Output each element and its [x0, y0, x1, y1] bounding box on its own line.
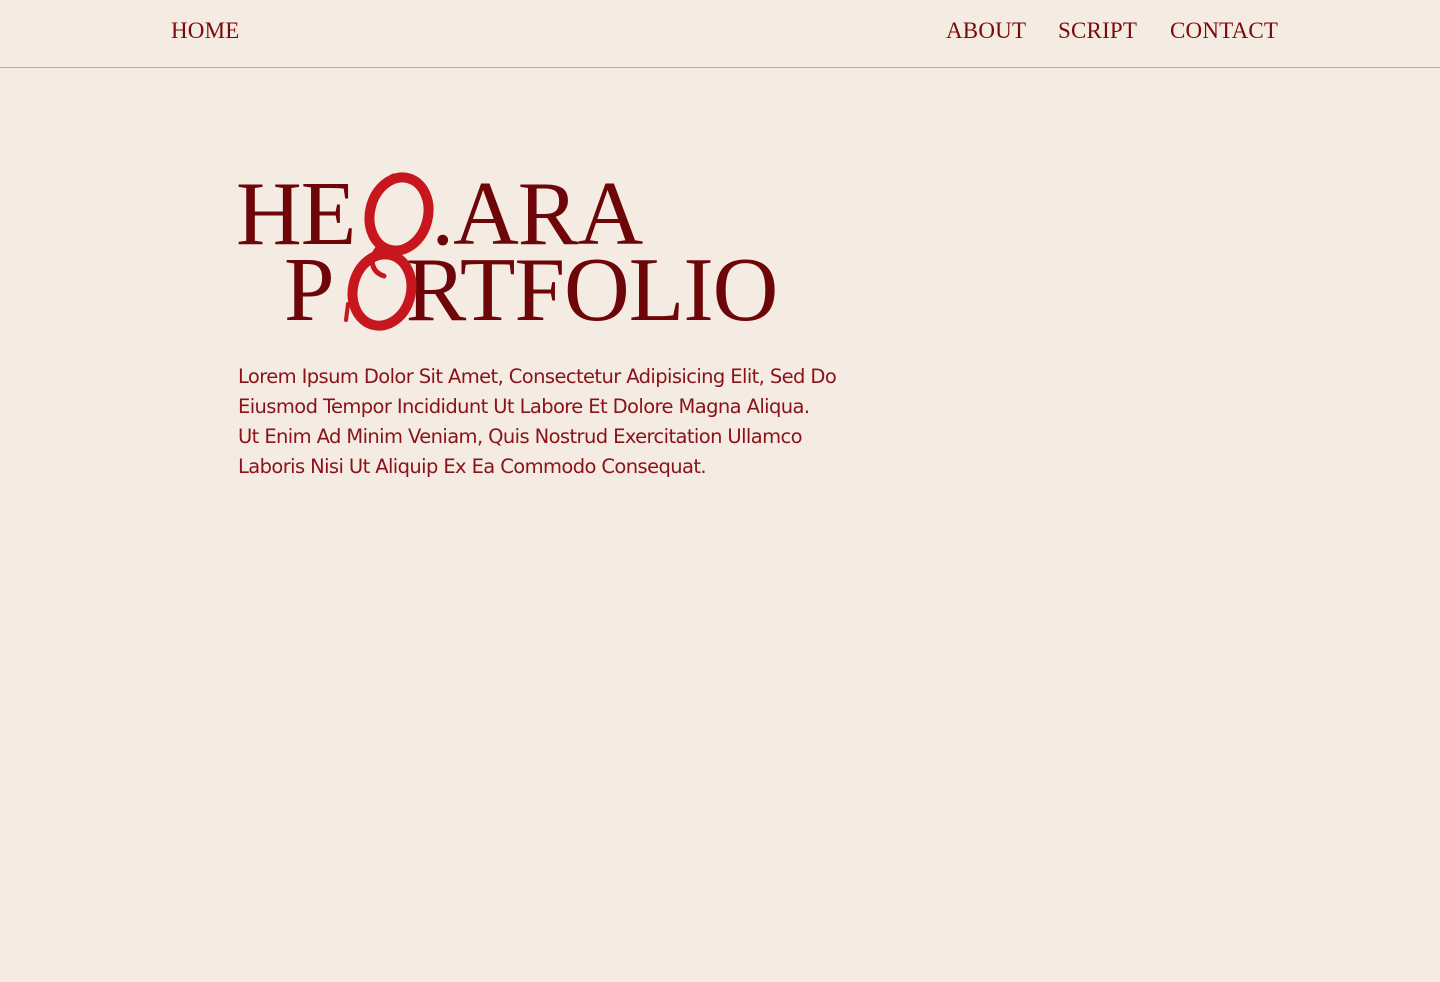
nav-about-link[interactable]: ABOUT: [946, 18, 1026, 44]
nav-script-link[interactable]: SCRIPT: [1058, 18, 1137, 44]
hero-description: Lorem Ipsum Dolor Sit Amet, Consectetur …: [238, 362, 838, 482]
description-line: Ut Enim Ad Minim Veniam, Quis Nostrud Ex…: [238, 425, 803, 448]
hero-title: HE .ARA P RTFOLIO: [236, 166, 836, 336]
title-line-2-end: RTFOLIO: [405, 239, 779, 340]
description-line: Lorem Ipsum Dolor Sit Amet, Consectetur …: [238, 365, 837, 388]
description-line: Eiusmod Tempor Incididunt Ut Labore Et D…: [238, 395, 810, 418]
top-navigation: HOME ABOUT SCRIPT CONTACT: [0, 0, 1440, 68]
nav-home-link[interactable]: HOME: [171, 18, 240, 44]
description-line: Laboris Nisi Ut Aliquip Ex Ea Commodo Co…: [238, 455, 707, 478]
glasses-icon: [344, 172, 434, 331]
nav-contact-link[interactable]: CONTACT: [1170, 18, 1278, 44]
title-line-2-start: P: [284, 239, 335, 340]
